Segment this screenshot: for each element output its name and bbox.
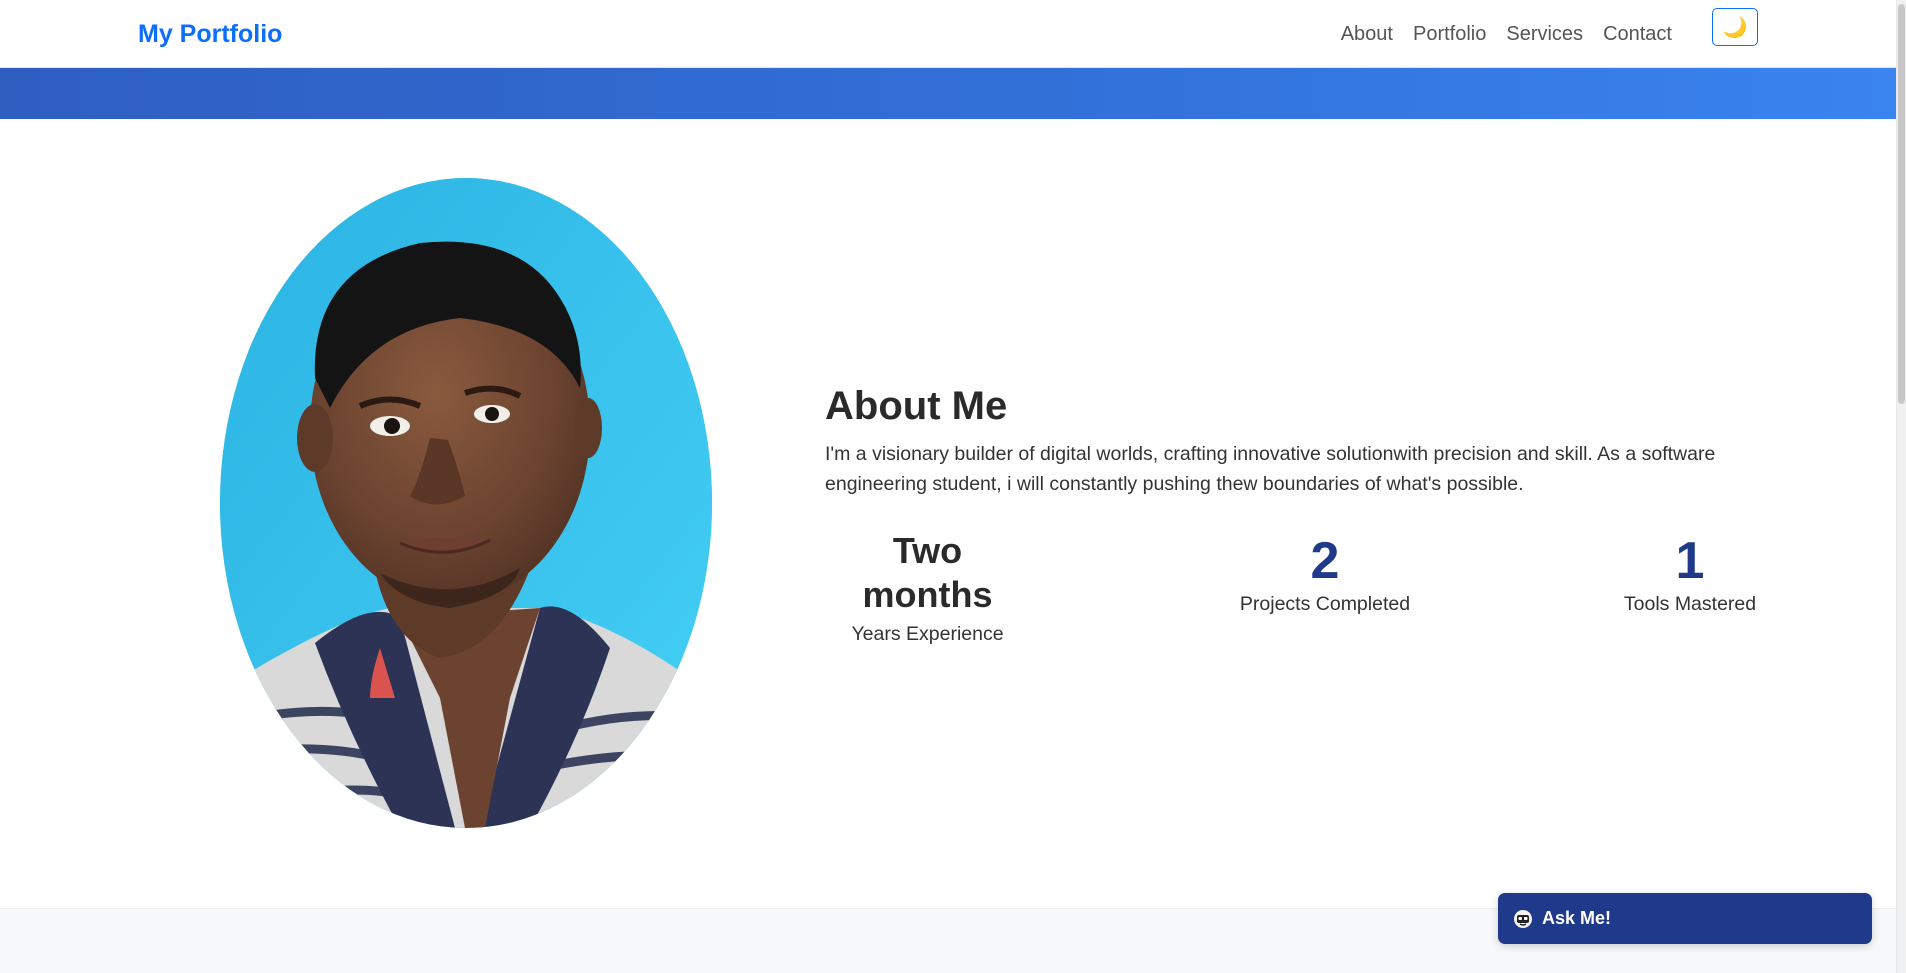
- nav-link-services[interactable]: Services: [1496, 20, 1593, 48]
- about-description: I'm a visionary builder of digital world…: [825, 443, 1716, 495]
- stat-tools-value: 1: [1675, 532, 1705, 590]
- profile-photo: [220, 178, 712, 828]
- nav-link-contact[interactable]: Contact: [1593, 20, 1682, 48]
- stat-projects-value: 2: [1310, 532, 1340, 590]
- nav-link-portfolio[interactable]: Portfolio: [1403, 20, 1496, 48]
- scrollbar[interactable]: [1896, 0, 1906, 973]
- stat-experience-value: Two months: [862, 530, 993, 615]
- stat-tools-label: Tools Mastered: [1623, 593, 1757, 615]
- stat-projects-label: Projects Completed: [1239, 593, 1411, 615]
- stat-tools: 1 Tools Mastered: [1590, 529, 1790, 617]
- brand-logo[interactable]: My Portfolio: [138, 18, 282, 50]
- stat-experience-label: Years Experience: [851, 623, 1004, 645]
- about-section: About Me I'm a visionary builder of digi…: [0, 119, 1896, 908]
- stat-experience: Two months Years Experience: [825, 529, 1030, 647]
- moon-icon: 🌙: [1722, 16, 1748, 39]
- stat-projects: 2 Projects Completed: [1190, 529, 1460, 617]
- theme-toggle-button[interactable]: 🌙: [1712, 8, 1758, 46]
- hero-gradient-banner: [0, 68, 1896, 119]
- ask-me-label: Ask Me!: [1542, 908, 1612, 928]
- page-viewport: My Portfolio About Portfolio Services Co…: [0, 0, 1896, 973]
- nav-link-about[interactable]: About: [1331, 20, 1403, 48]
- navbar: My Portfolio About Portfolio Services Co…: [0, 0, 1896, 68]
- about-title: About Me: [825, 384, 1008, 428]
- nav-links: About Portfolio Services Contact: [1331, 20, 1682, 48]
- scrollbar-thumb[interactable]: [1898, 4, 1905, 404]
- ask-me-chat-button[interactable]: Ask Me!: [1498, 893, 1872, 944]
- bot-icon: [1512, 908, 1534, 930]
